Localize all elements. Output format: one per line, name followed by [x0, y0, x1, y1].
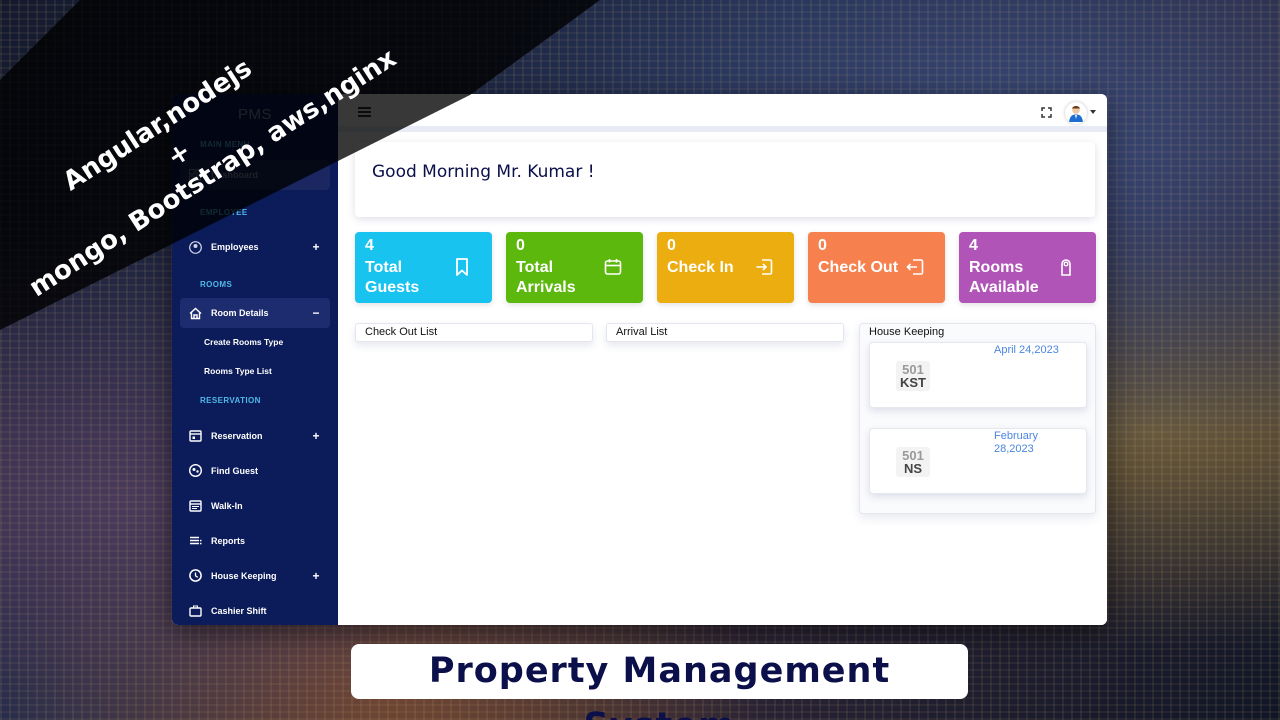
logout-icon: [906, 259, 924, 275]
stat-value: 4: [969, 237, 978, 254]
sidebar-item-label: Walk-In: [211, 500, 243, 511]
sidebar-item-label: Reports: [211, 535, 246, 546]
stat-value: 0: [516, 237, 525, 254]
stat-card-check-out[interactable]: 0 Check Out: [808, 232, 945, 303]
door-hanger-icon: [1061, 259, 1071, 276]
sidebar-item-house-keeping[interactable]: House Keeping +: [180, 558, 330, 593]
stat-label: Total Guests: [365, 259, 420, 296]
dashboard-main: Good Morning Mr. Kumar ! 4 Total Guests …: [338, 138, 1107, 625]
top-bar: [338, 94, 1107, 132]
expand-icon[interactable]: +: [310, 429, 322, 443]
arrival-list-header: Arrival List: [606, 323, 844, 342]
stat-card-total-guests[interactable]: 4 Total Guests: [355, 232, 492, 303]
stat-label: Total Arrivals: [516, 259, 576, 296]
bookmark-icon: [456, 258, 468, 276]
house-keeping-item[interactable]: 501 KST April 24,2023: [869, 342, 1087, 408]
house-keeping-item[interactable]: 501 NS February 28,2023: [869, 428, 1087, 494]
sidebar-item-label: House Keeping: [211, 570, 277, 581]
check-out-list-header: Check Out List: [355, 323, 593, 342]
chevron-down-icon[interactable]: [1090, 110, 1096, 114]
room-status-code: KST: [900, 375, 926, 390]
house-keeping-date: April 24,2023: [994, 344, 1059, 356]
sidebar-item-walk-in[interactable]: Walk-In: [180, 488, 330, 523]
hamburger-icon[interactable]: [358, 107, 371, 117]
clock-icon: [188, 569, 202, 583]
house-keeping-title: House Keeping: [869, 326, 945, 338]
sidebar-item-reservation[interactable]: Reservation +: [180, 418, 330, 453]
login-icon: [756, 259, 773, 275]
room-badge: 501 NS: [896, 447, 930, 477]
sidebar-subitem-create-rooms-type[interactable]: Create Rooms Type: [172, 328, 338, 357]
greeting-text: Good Morning Mr. Kumar !: [372, 162, 595, 182]
sidebar-item-label: Reservation: [211, 430, 263, 441]
section-rooms: ROOMS: [200, 280, 233, 289]
stat-label: Rooms Available: [969, 259, 1039, 296]
home-icon: [188, 306, 202, 320]
stat-card-rooms-available[interactable]: 4 Rooms Available: [959, 232, 1096, 303]
sidebar-item-employees[interactable]: Employees +: [180, 232, 330, 262]
stat-label: Check Out: [818, 259, 899, 276]
stat-value: 4: [365, 237, 374, 254]
fullscreen-icon[interactable]: [1041, 107, 1052, 118]
title-banner: Property Management System: [351, 644, 968, 720]
room-status-code: NS: [903, 461, 923, 476]
collapse-icon[interactable]: −: [310, 306, 322, 320]
stat-card-total-arrivals[interactable]: 0 Total Arrivals: [506, 232, 643, 303]
section-employee: EMPLOYEE: [200, 208, 248, 217]
sidebar-item-reports[interactable]: Reports: [180, 523, 330, 558]
stat-card-check-in[interactable]: 0 Check In: [657, 232, 794, 303]
house-keeping-date: February 28,2023: [994, 430, 1039, 455]
sidebar-item-label: Find Guest: [211, 465, 258, 476]
sidebar-item-cashier-shift[interactable]: Cashier Shift: [180, 593, 330, 625]
calendar-list-icon: [188, 499, 202, 513]
calendar-icon: [188, 429, 202, 443]
greeting-card: Good Morning Mr. Kumar !: [355, 142, 1095, 217]
expand-icon[interactable]: +: [310, 240, 322, 254]
section-reservation: RESERVATION: [200, 396, 261, 405]
sidebar-item-label: Cashier Shift: [211, 605, 267, 616]
room-badge: 501 KST: [896, 361, 930, 391]
sidebar-item-find-guest[interactable]: Find Guest: [180, 453, 330, 488]
user-avatar-icon[interactable]: [1065, 102, 1087, 124]
expand-icon[interactable]: +: [310, 569, 322, 583]
stat-value: 0: [818, 237, 827, 254]
stat-value: 0: [667, 237, 676, 254]
stat-label: Check In: [667, 259, 734, 276]
sidebar-item-label: Employees: [211, 242, 259, 252]
calendar-icon: [604, 259, 622, 275]
user-circle-icon: [188, 240, 202, 254]
list-icon: [188, 534, 202, 548]
sidebar-subitem-rooms-type-list[interactable]: Rooms Type List: [172, 357, 338, 386]
briefcase-icon: [188, 604, 202, 618]
sidebar-item-label: Room Details: [211, 308, 269, 318]
house-keeping-panel: House Keeping 501 KST April 24,2023 501 …: [859, 323, 1096, 514]
app-window: PMS MAIN MENU Dashboard EMPLOYEE Employe…: [172, 94, 1107, 625]
sidebar-item-room-details[interactable]: Room Details −: [180, 298, 330, 328]
find-user-icon: [188, 464, 202, 478]
